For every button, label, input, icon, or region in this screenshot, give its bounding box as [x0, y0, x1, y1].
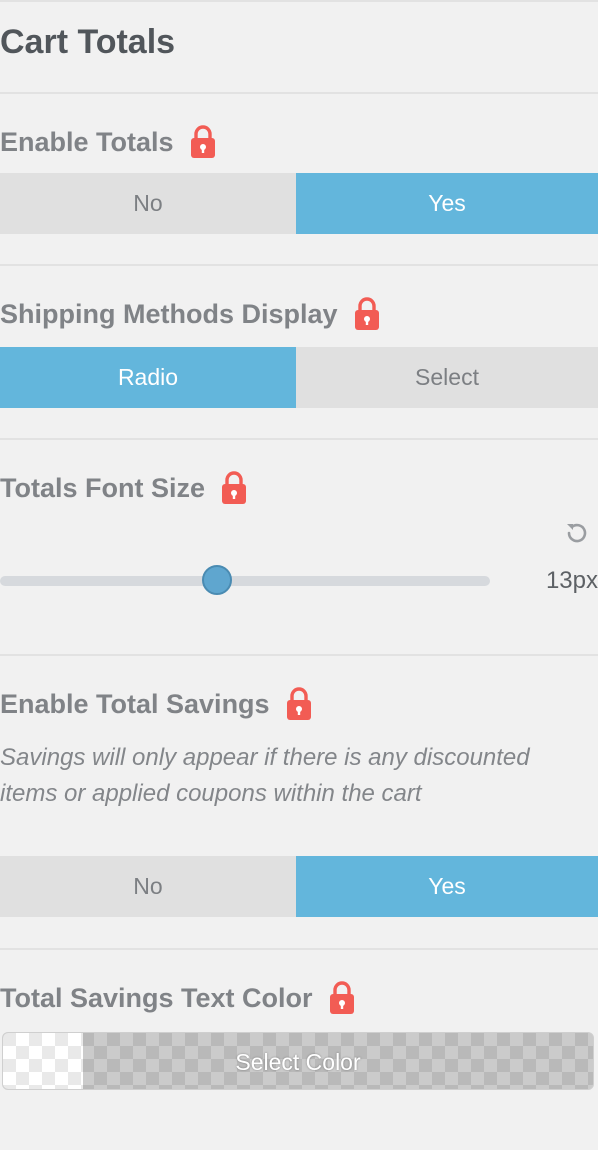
shipping-methods-display-label-text: Shipping Methods Display [0, 299, 338, 329]
shipping-methods-display-toggle: Radio Select [0, 347, 598, 408]
shipping-methods-option-radio[interactable]: Radio [0, 347, 296, 408]
lock-icon [222, 471, 247, 504]
select-color-label: Select Color [235, 1049, 361, 1075]
font-size-slider-track[interactable] [0, 576, 490, 586]
enable-totals-label-text: Enable Totals [0, 127, 174, 157]
enable-total-savings-label: Enable Total Savings [0, 686, 312, 722]
total-savings-option-no[interactable]: No [0, 856, 296, 917]
enable-total-savings-toggle: No Yes [0, 856, 598, 917]
enable-totals-label: Enable Totals [0, 124, 216, 160]
reset-icon[interactable] [564, 520, 590, 546]
total-savings-option-yes[interactable]: Yes [296, 856, 598, 917]
total-savings-description: Savings will only appear if there is any… [0, 744, 530, 807]
total-savings-text-color-label-text: Total Savings Text Color [0, 983, 313, 1013]
totals-font-size-label-text: Totals Font Size [0, 473, 206, 503]
section-divider [0, 654, 598, 656]
section-divider [0, 264, 598, 266]
total-savings-text-color-label: Total Savings Text Color [0, 980, 355, 1016]
enable-total-savings-label-text: Enable Total Savings [0, 689, 270, 719]
font-size-slider-thumb[interactable] [202, 565, 232, 595]
shipping-methods-option-select[interactable]: Select [296, 347, 598, 408]
lock-icon [286, 687, 311, 720]
lock-icon [190, 125, 215, 158]
panel-title: Cart Totals [0, 23, 176, 61]
font-size-value: 13px [545, 567, 598, 594]
shipping-methods-display-label: Shipping Methods Display [0, 296, 380, 332]
lock-icon [329, 981, 354, 1014]
enable-totals-option-yes[interactable]: Yes [296, 173, 598, 234]
enable-totals-option-no[interactable]: No [0, 173, 296, 234]
totals-font-size-label: Totals Font Size [0, 470, 247, 506]
select-color-button[interactable]: Select Color [2, 1032, 594, 1090]
section-divider [0, 948, 598, 950]
section-divider [0, 92, 598, 94]
lock-icon [354, 297, 379, 330]
section-divider [0, 438, 598, 440]
top-border [0, 0, 598, 2]
enable-totals-toggle: No Yes [0, 173, 598, 234]
